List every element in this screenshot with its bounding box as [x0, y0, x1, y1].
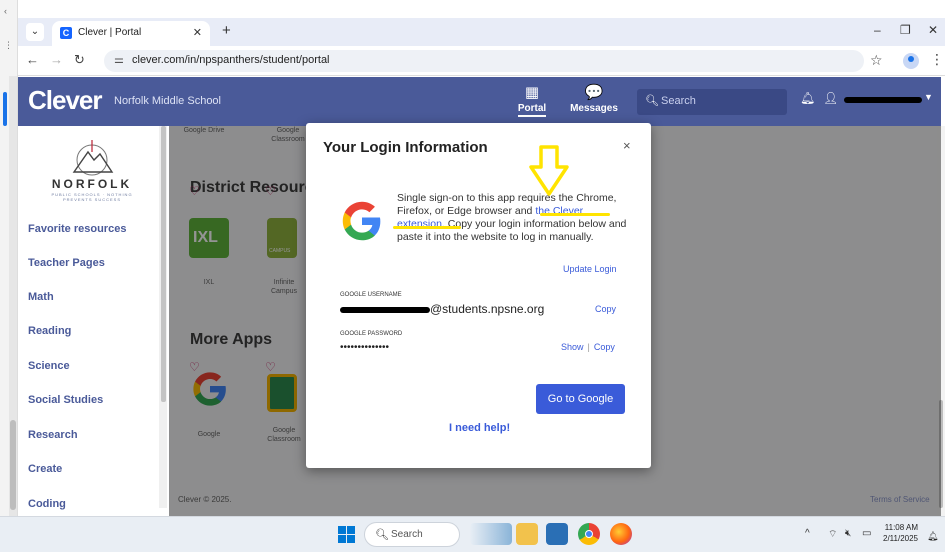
- password-value: ••••••••••••••: [340, 342, 390, 353]
- search-icon: 🔍︎: [375, 529, 389, 541]
- school-logo-name: NORFOLK: [51, 177, 133, 191]
- taskbar-clock[interactable]: 11:08 AM 2/11/2025: [883, 522, 918, 544]
- background-window-strip: ‹ ⋮: [0, 0, 18, 516]
- browser-toolbar: ← → ↻ ⚌ clever.com/in/npspanthers/studen…: [18, 46, 945, 76]
- annotation-underline: [540, 213, 610, 216]
- forward-arrow-icon[interactable]: →: [50, 52, 63, 67]
- nav-messages[interactable]: 💬 Messages: [566, 83, 622, 114]
- school-logo: NORFOLK PUBLIC SCHOOLS · NOTHING PREVENT…: [40, 134, 144, 204]
- reload-icon[interactable]: ↻: [74, 52, 85, 68]
- screen: ‹ ⋮ ⌄ C Clever | Portal ✕ + – ❐ ✕ ← → ↻ …: [0, 0, 945, 552]
- modal-title: Your Login Information: [323, 139, 488, 156]
- file-explorer-icon[interactable]: [516, 523, 538, 545]
- annotation-underline: [393, 226, 461, 229]
- show-password-button[interactable]: Show: [561, 342, 584, 352]
- school-emblem-icon: [72, 140, 114, 176]
- portal-search-placeholder: Search: [661, 95, 696, 107]
- annotation-arrow-icon: [529, 145, 569, 196]
- nav-messages-label: Messages: [570, 103, 618, 114]
- school-name: Norfolk Middle School: [114, 95, 221, 107]
- google-g-icon: [342, 201, 381, 241]
- bell-icon[interactable]: 🔔︎: [800, 91, 815, 105]
- new-tab-button[interactable]: +: [222, 22, 231, 39]
- sidebar: NORFOLK PUBLIC SCHOOLS · NOTHING PREVENT…: [18, 126, 169, 516]
- clever-header: Clever Norfolk Middle School ▦ Portal 💬 …: [18, 77, 941, 126]
- user-icon[interactable]: 👤︎: [823, 91, 838, 105]
- username-value: @students.npsne.org: [340, 302, 544, 316]
- sidebar-item-science[interactable]: Science: [28, 360, 70, 372]
- background-window-mark: ‹: [4, 6, 7, 16]
- clock-date: 2/11/2025: [883, 534, 918, 543]
- back-arrow-icon[interactable]: ←: [26, 52, 39, 67]
- background-window-mark: ⋮: [4, 40, 13, 50]
- school-logo-tagline: PUBLIC SCHOOLS · NOTHING PREVENTS SUCCES…: [51, 192, 133, 202]
- go-to-google-button[interactable]: Go to Google: [536, 384, 625, 414]
- restore-button[interactable]: ❐: [900, 23, 911, 37]
- browser-tab-strip: ⌄ C Clever | Portal ✕ + – ❐ ✕: [18, 18, 945, 46]
- background-window-scroll-thumb[interactable]: [10, 420, 16, 510]
- bookmark-star-icon[interactable]: ☆: [870, 52, 883, 69]
- sidebar-item-coding[interactable]: Coding: [28, 498, 66, 510]
- muted-speaker-icon[interactable]: 🔇︎: [845, 528, 851, 539]
- taskbar-search-input[interactable]: 🔍︎ Search: [364, 522, 460, 547]
- sidebar-item-teacher-pages[interactable]: Teacher Pages: [28, 257, 105, 269]
- sso-instructions: Single sign-on to this app requires the …: [397, 192, 629, 244]
- password-label: GOOGLE PASSWORD: [340, 331, 403, 337]
- sidebar-item-favorite-resources[interactable]: Favorite resources: [28, 223, 126, 235]
- windows-taskbar: 🔍︎ Search ^ ⌔ 🔇︎ ▭ 11:08 AM 2/11/2025 🔔︎: [0, 516, 945, 552]
- redacted-username: [340, 306, 430, 313]
- notification-bell-icon[interactable]: 🔔︎: [927, 531, 938, 542]
- clever-favicon-icon: C: [60, 27, 72, 39]
- need-help-link[interactable]: I need help!: [449, 422, 510, 434]
- store-icon[interactable]: [546, 523, 568, 545]
- tab-close-icon[interactable]: ✕: [193, 26, 202, 39]
- chat-bubble-icon: 💬: [584, 84, 604, 101]
- chrome-menu-icon[interactable]: ⋮: [930, 51, 944, 68]
- grid-icon: ▦: [524, 84, 540, 101]
- sidebar-item-math[interactable]: Math: [28, 291, 54, 303]
- sidebar-scroll-thumb[interactable]: [161, 126, 166, 402]
- clock-time: 11:08 AM: [884, 523, 918, 532]
- search-icon: 🔍︎: [645, 95, 659, 107]
- chrome-icon[interactable]: [578, 523, 600, 545]
- sidebar-item-reading[interactable]: Reading: [28, 325, 71, 337]
- copy-username-button[interactable]: Copy: [595, 304, 616, 314]
- portal-search-input[interactable]: 🔍︎ Search: [637, 89, 787, 115]
- tab-search-button[interactable]: ⌄: [26, 23, 44, 41]
- divider: |: [587, 342, 590, 352]
- minimize-button[interactable]: –: [874, 23, 881, 37]
- site-info-icon[interactable]: ⚌: [114, 53, 124, 66]
- wifi-icon[interactable]: ⌔: [828, 528, 837, 541]
- username-label: GOOGLE USERNAME: [340, 292, 402, 298]
- redacted-user-name[interactable]: [844, 97, 922, 103]
- copy-password-button[interactable]: Copy: [594, 342, 615, 352]
- nav-portal[interactable]: ▦ Portal: [508, 83, 556, 117]
- url-text[interactable]: clever.com/in/npspanthers/student/portal: [132, 54, 330, 66]
- windows-start-icon[interactable]: [338, 526, 355, 543]
- address-bar[interactable]: ⚌ clever.com/in/npspanthers/student/port…: [104, 50, 864, 72]
- chevron-up-icon[interactable]: ^: [805, 528, 810, 539]
- background-window-accent: [3, 92, 7, 126]
- login-info-modal: Your Login Information × Single sign-on …: [306, 123, 651, 468]
- password-actions: Show | Copy: [561, 342, 615, 352]
- tab-clever-portal[interactable]: C Clever | Portal ✕: [52, 21, 210, 46]
- nav-portal-label: Portal: [517, 103, 547, 117]
- widgets-icon[interactable]: [470, 523, 512, 545]
- update-login-link[interactable]: Update Login: [563, 264, 617, 274]
- clever-logo[interactable]: Clever: [28, 85, 102, 116]
- firefox-icon[interactable]: [610, 523, 632, 545]
- profile-avatar-icon[interactable]: [903, 53, 919, 69]
- taskbar-search-placeholder: Search: [391, 529, 423, 540]
- chevron-down-icon[interactable]: ▼: [924, 92, 933, 102]
- tab-title: Clever | Portal: [78, 27, 142, 38]
- sidebar-item-research[interactable]: Research: [28, 429, 78, 441]
- sidebar-item-create[interactable]: Create: [28, 463, 62, 475]
- battery-icon[interactable]: ▭: [862, 528, 871, 539]
- close-icon[interactable]: ×: [623, 138, 631, 153]
- username-domain: @students.npsne.org: [430, 302, 545, 316]
- sidebar-item-social-studies[interactable]: Social Studies: [28, 394, 103, 406]
- close-window-button[interactable]: ✕: [928, 23, 938, 37]
